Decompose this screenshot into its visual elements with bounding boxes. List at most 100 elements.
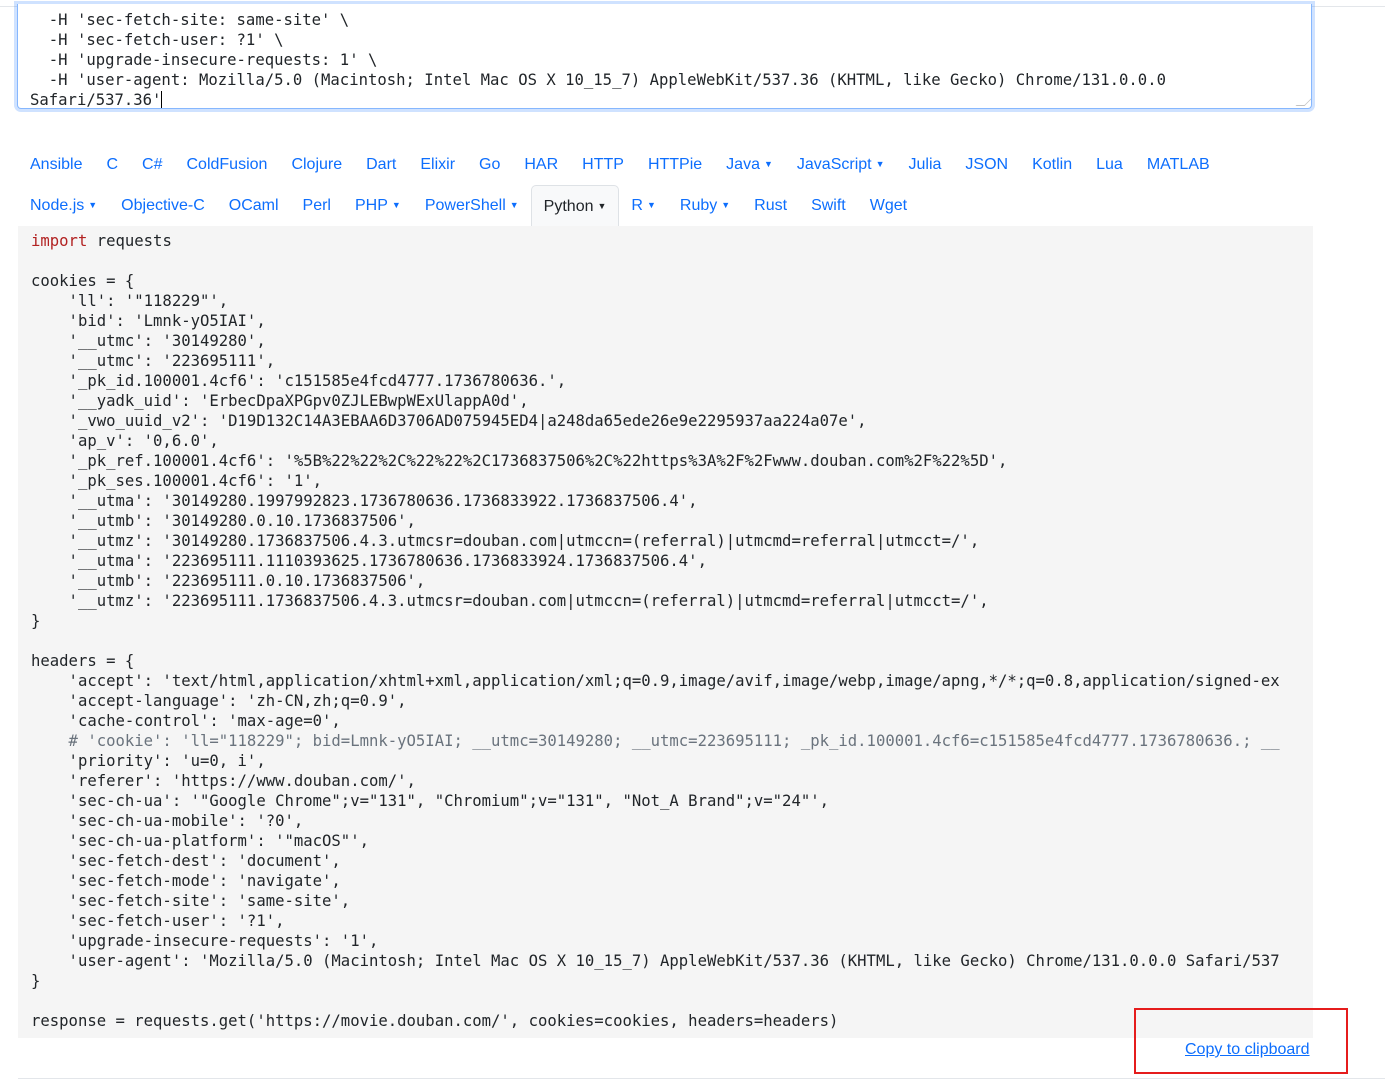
code-line: '__yadk_uid': 'ErbecDpaXPGpv0ZJLEBwpWExU…: [31, 392, 529, 410]
tab-lua[interactable]: Lua: [1084, 144, 1135, 185]
bottom-divider: [18, 1078, 1385, 1079]
code-text: 'sec-ch-ua': '"Google Chrome";v="131", "…: [31, 792, 829, 810]
tab-java[interactable]: Java ▼: [714, 144, 785, 185]
tab-rust[interactable]: Rust: [742, 185, 799, 226]
code-line: 'bid': 'Lmnk-yO5IAI',: [31, 312, 266, 330]
code-comment-line: # 'cookie': 'll="118229"; bid=Lmnk-yO5IA…: [31, 732, 1280, 750]
code-text: response = requests.get('https://movie.d…: [31, 1012, 839, 1030]
tab-har[interactable]: HAR: [512, 144, 570, 185]
tab-clojure[interactable]: Clojure: [279, 144, 354, 185]
caret-down-icon: ▼: [763, 159, 773, 169]
tab-label: Perl: [302, 197, 331, 214]
tab-httpie[interactable]: HTTPie: [636, 144, 714, 185]
tab-php[interactable]: PHP ▼: [343, 185, 413, 226]
code-text: cookies = {: [31, 272, 135, 290]
tab-label: Java: [726, 156, 760, 173]
tab-label: Go: [479, 156, 501, 173]
tab-label: Rust: [754, 197, 788, 214]
curl-command-input[interactable]: -H 'sec-fetch-site: same-site' \ -H 'sec…: [17, 4, 1312, 109]
tab-label: C: [106, 156, 119, 173]
code-line: import requests: [31, 232, 172, 250]
tab-javascript[interactable]: JavaScript ▼: [785, 144, 897, 185]
code-line: '_pk_id.100001.4cf6': 'c151585e4fcd4777.…: [31, 372, 567, 390]
code-line: '__utmb': '223695111.0.10.1736837506',: [31, 572, 426, 590]
code-line: '__utma': '30149280.1997992823.173678063…: [31, 492, 698, 510]
code-line: 'sec-ch-ua-platform': '"macOS"',: [31, 832, 369, 850]
caret-down-icon: ▼: [875, 159, 885, 169]
tab-julia[interactable]: Julia: [897, 144, 954, 185]
tab-go[interactable]: Go: [467, 144, 512, 185]
tab-label: Kotlin: [1032, 156, 1073, 173]
code-text: 'sec-fetch-user': '?1',: [31, 912, 285, 930]
caret-down-icon: ▼: [597, 201, 607, 211]
code-text: '_pk_id.100001.4cf6': 'c151585e4fcd4777.…: [31, 372, 567, 390]
code-line: 'sec-fetch-site': 'same-site',: [31, 892, 351, 910]
tab-label: Julia: [908, 156, 942, 173]
tab-label: Objective-C: [121, 197, 205, 214]
code-line: }: [31, 612, 40, 630]
tab-label: Swift: [811, 197, 846, 214]
tab-swift[interactable]: Swift: [799, 185, 858, 226]
tab-wget[interactable]: Wget: [858, 185, 919, 226]
curl-line: -H 'sec-fetch-user: ?1' \: [30, 31, 284, 49]
code-text: '_pk_ref.100001.4cf6': '%5B%22%22%2C%22%…: [31, 452, 1008, 470]
code-line: '__utmb': '30149280.0.10.1736837506',: [31, 512, 416, 530]
tab-label: JavaScript: [796, 156, 872, 173]
curl-line: Safari/537.36': [30, 91, 162, 109]
tab-label: HTTP: [582, 156, 624, 173]
code-text: 'referer': 'https://www.douban.com/',: [31, 772, 416, 790]
caret-down-icon: ▼: [509, 200, 519, 210]
tab-objective-c[interactable]: Objective-C: [109, 185, 217, 226]
code-line: cookies = {: [31, 272, 134, 290]
tab-c[interactable]: C: [94, 144, 130, 185]
code-text: '__utmb': '223695111.0.10.1736837506',: [31, 572, 426, 590]
curl-command-text[interactable]: -H 'sec-fetch-site: same-site' \ -H 'sec…: [30, 10, 1166, 109]
code-text: '_vwo_uuid_v2': 'D19D132C14A3EBAA6D3706A…: [31, 412, 867, 430]
tab-ruby[interactable]: Ruby ▼: [668, 185, 742, 226]
code-text: '__utmc': '223695111',: [31, 352, 276, 370]
tab-label: Elixir: [420, 156, 456, 173]
tab-matlab[interactable]: MATLAB: [1135, 144, 1222, 185]
tab-dart[interactable]: Dart: [354, 144, 408, 185]
code-keyword: import: [31, 232, 88, 250]
resize-handle-icon[interactable]: [1295, 97, 1311, 106]
tab-label: Clojure: [291, 156, 343, 173]
code-line: 'cache-control': 'max-age=0',: [31, 712, 341, 730]
code-text: '__utma': '30149280.1997992823.173678063…: [31, 492, 698, 510]
code-text: 'accept': 'text/html,application/xhtml+x…: [31, 672, 1280, 690]
tab-elixir[interactable]: Elixir: [408, 144, 467, 185]
tab-json[interactable]: JSON: [953, 144, 1020, 185]
tab-ansible[interactable]: Ansible: [18, 144, 94, 185]
code-text: 'user-agent': 'Mozilla/5.0 (Macintosh; I…: [31, 952, 1280, 970]
code-text: 'sec-ch-ua-mobile': '?0',: [31, 812, 304, 830]
code-text: # 'cookie': 'll="118229"; bid=Lmnk-yO5IA…: [31, 732, 1280, 750]
tab-node-js[interactable]: Node.js ▼: [18, 185, 109, 226]
code-line: }: [31, 972, 40, 990]
code-text: 'priority': 'u=0, i',: [31, 752, 266, 770]
curl-line: -H 'user-agent: Mozilla/5.0 (Macintosh; …: [30, 71, 1166, 89]
tab-kotlin[interactable]: Kotlin: [1020, 144, 1084, 185]
code-text: 'ap_v': '0,6.0',: [31, 432, 219, 450]
curl-line: -H 'upgrade-insecure-requests: 1' \: [30, 51, 378, 69]
tab-label: C#: [142, 156, 163, 173]
tab-ocaml[interactable]: OCaml: [217, 185, 291, 226]
code-text: }: [31, 972, 41, 990]
caret-down-icon: ▼: [721, 200, 731, 210]
curl-line: -H 'sec-fetch-site: same-site' \: [30, 11, 350, 29]
tab-python[interactable]: Python ▼: [530, 185, 620, 227]
code-line: 'accept-language': 'zh-CN,zh;q=0.9',: [31, 692, 407, 710]
tab-label: JSON: [965, 156, 1009, 173]
code-line: '__utmc': '30149280',: [31, 332, 266, 350]
tab-http[interactable]: HTTP: [570, 144, 636, 185]
code-text: 'll': '"118229"',: [31, 292, 229, 310]
tab-csharp[interactable]: C#: [130, 144, 174, 185]
tab-label: Dart: [366, 156, 397, 173]
tab-perl[interactable]: Perl: [291, 185, 343, 226]
tab-coldfusion[interactable]: ColdFusion: [175, 144, 280, 185]
tab-label: Node.js: [30, 197, 85, 214]
code-text: 'sec-fetch-site': 'same-site',: [31, 892, 351, 910]
tab-r[interactable]: R ▼: [619, 185, 667, 226]
code-line: 'll': '"118229"',: [31, 292, 229, 310]
language-tabs-row-1: Ansible C C# ColdFusion Clojure Dart Elixir Go H…: [18, 144, 1313, 185]
tab-powershell[interactable]: PowerShell ▼: [413, 185, 531, 226]
